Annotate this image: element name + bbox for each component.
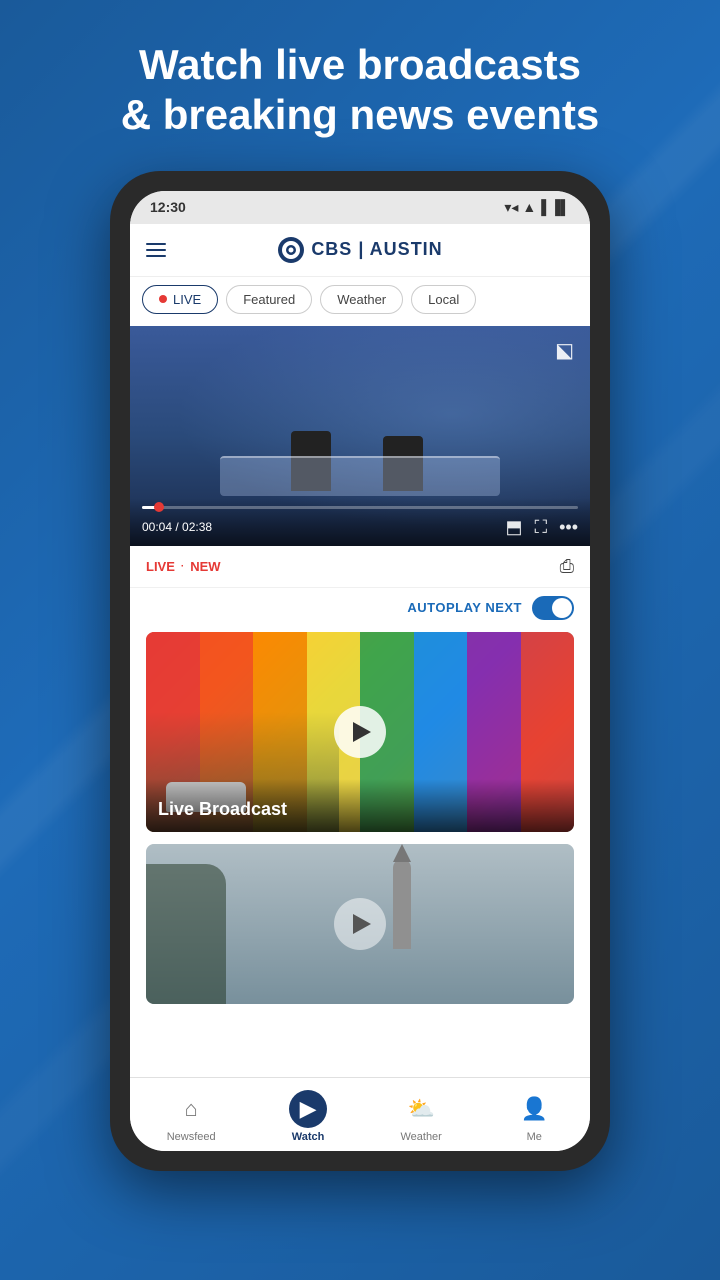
nav-weather-icon-wrap: ⛅: [402, 1090, 440, 1128]
profile-icon: 👤: [521, 1096, 548, 1122]
play-button[interactable]: [334, 706, 386, 758]
nav-newsfeed-label: Newsfeed: [167, 1131, 216, 1143]
control-icons: ⬒ ⛶ •••: [505, 517, 578, 538]
video-card-2[interactable]: [146, 844, 574, 1004]
video-card-1[interactable]: Live Broadcast: [146, 632, 574, 832]
more-options-icon[interactable]: •••: [559, 517, 578, 538]
menu-line: [146, 255, 166, 257]
new-label: NEW: [190, 559, 220, 574]
video-thumb-1: Live Broadcast: [146, 632, 574, 832]
nav-item-watch[interactable]: ▶ Watch: [279, 1086, 337, 1147]
headline-line2: & breaking news events: [121, 91, 600, 138]
phone-frame: 12:30 ▾◂ ▲▐ ▐▌ CBS: [110, 171, 610, 1171]
weather-icon: ⛅: [407, 1096, 434, 1122]
rocket-body: [393, 859, 411, 949]
total-time: 02:38: [182, 520, 212, 534]
nav-watch-icon-wrap: ▶: [289, 1090, 327, 1128]
headline: Watch live broadcasts & breaking news ev…: [61, 0, 660, 171]
menu-line: [146, 249, 166, 251]
app-logo: CBS | AUSTIN: [277, 236, 442, 264]
video-player[interactable]: ⬕ 00:04 / 02:38 ⬒ ⛶ •••: [130, 326, 590, 546]
controls-row: 00:04 / 02:38 ⬒ ⛶ •••: [142, 517, 578, 538]
fullscreen-icon[interactable]: ⛶: [534, 517, 547, 538]
tab-weather-label: Weather: [337, 292, 386, 307]
tree-shape: [146, 864, 226, 1004]
nav-weather-label: Weather: [400, 1131, 441, 1143]
share-icon[interactable]: ⎙: [560, 556, 574, 577]
autoplay-row: AUTOPLAY NEXT: [130, 588, 590, 628]
nav-newsfeed-icon-wrap: ⌂: [172, 1090, 210, 1128]
battery-icon: ▐▌: [550, 199, 570, 215]
live-badge: LIVE · NEW: [146, 559, 221, 574]
menu-line: [146, 243, 166, 245]
autoplay-label: AUTOPLAY NEXT: [407, 600, 522, 615]
status-time: 12:30: [150, 199, 186, 215]
content-area: LIVE · NEW ⎙ AUTOPLAY NEXT: [130, 546, 590, 1077]
subtitles-icon[interactable]: ⬒: [505, 517, 522, 538]
rocket-nose: [393, 844, 411, 862]
video-card-1-label: Live Broadcast: [146, 779, 574, 832]
signal-icon: ▲▐: [522, 199, 546, 215]
studio-desk: [220, 456, 500, 496]
video-controls: 00:04 / 02:38 ⬒ ⛶ •••: [130, 498, 590, 546]
nav-watch-label: Watch: [292, 1131, 325, 1143]
live-label: LIVE: [146, 559, 175, 574]
live-separator: ·: [181, 561, 184, 572]
tab-featured-label: Featured: [243, 292, 295, 307]
nav-item-me[interactable]: 👤 Me: [505, 1086, 563, 1147]
home-icon: ⌂: [185, 1096, 198, 1122]
cbs-eye-icon: [277, 236, 305, 264]
bottom-nav: ⌂ Newsfeed ▶ Watch ⛅ Weather 👤 M: [130, 1077, 590, 1151]
cast-icon[interactable]: ⬕: [555, 338, 574, 363]
progress-bar[interactable]: [142, 506, 578, 509]
watch-play-icon: ▶: [300, 1096, 317, 1122]
video-thumb-2: [146, 844, 574, 1004]
phone-screen: 12:30 ▾◂ ▲▐ ▐▌ CBS: [130, 191, 590, 1151]
progress-dot: [154, 502, 164, 512]
time-display: 00:04 / 02:38: [142, 520, 212, 534]
live-indicator-dot: [159, 295, 167, 303]
current-time: 00:04: [142, 520, 172, 534]
nav-me-icon-wrap: 👤: [515, 1090, 553, 1128]
nav-me-label: Me: [527, 1131, 542, 1143]
status-bar: 12:30 ▾◂ ▲▐ ▐▌: [130, 191, 590, 224]
tab-live-label: LIVE: [173, 292, 201, 307]
play-triangle-icon-2: [353, 914, 371, 934]
tab-featured[interactable]: Featured: [226, 285, 312, 314]
nav-item-weather[interactable]: ⛅ Weather: [390, 1086, 451, 1147]
tab-local-label: Local: [428, 292, 459, 307]
status-icons: ▾◂ ▲▐ ▐▌: [504, 199, 570, 216]
hamburger-menu-button[interactable]: [146, 243, 166, 257]
tab-live[interactable]: LIVE: [142, 285, 218, 314]
headline-line1: Watch live broadcasts: [139, 41, 581, 88]
rocket-background: [146, 844, 574, 1004]
autoplay-toggle[interactable]: [532, 596, 574, 620]
toggle-knob: [552, 598, 572, 618]
play-button-2[interactable]: [334, 898, 386, 950]
nav-item-newsfeed[interactable]: ⌂ Newsfeed: [157, 1086, 226, 1147]
app-header: CBS | AUSTIN: [130, 224, 590, 277]
tab-weather[interactable]: Weather: [320, 285, 403, 314]
tab-local[interactable]: Local: [411, 285, 476, 314]
app-logo-text: CBS | AUSTIN: [311, 239, 442, 260]
live-badge-row: LIVE · NEW ⎙: [130, 546, 590, 588]
play-triangle-icon: [353, 722, 371, 742]
filter-tabs: LIVE Featured Weather Local: [130, 277, 590, 326]
wifi-icon: ▾◂: [504, 199, 518, 216]
